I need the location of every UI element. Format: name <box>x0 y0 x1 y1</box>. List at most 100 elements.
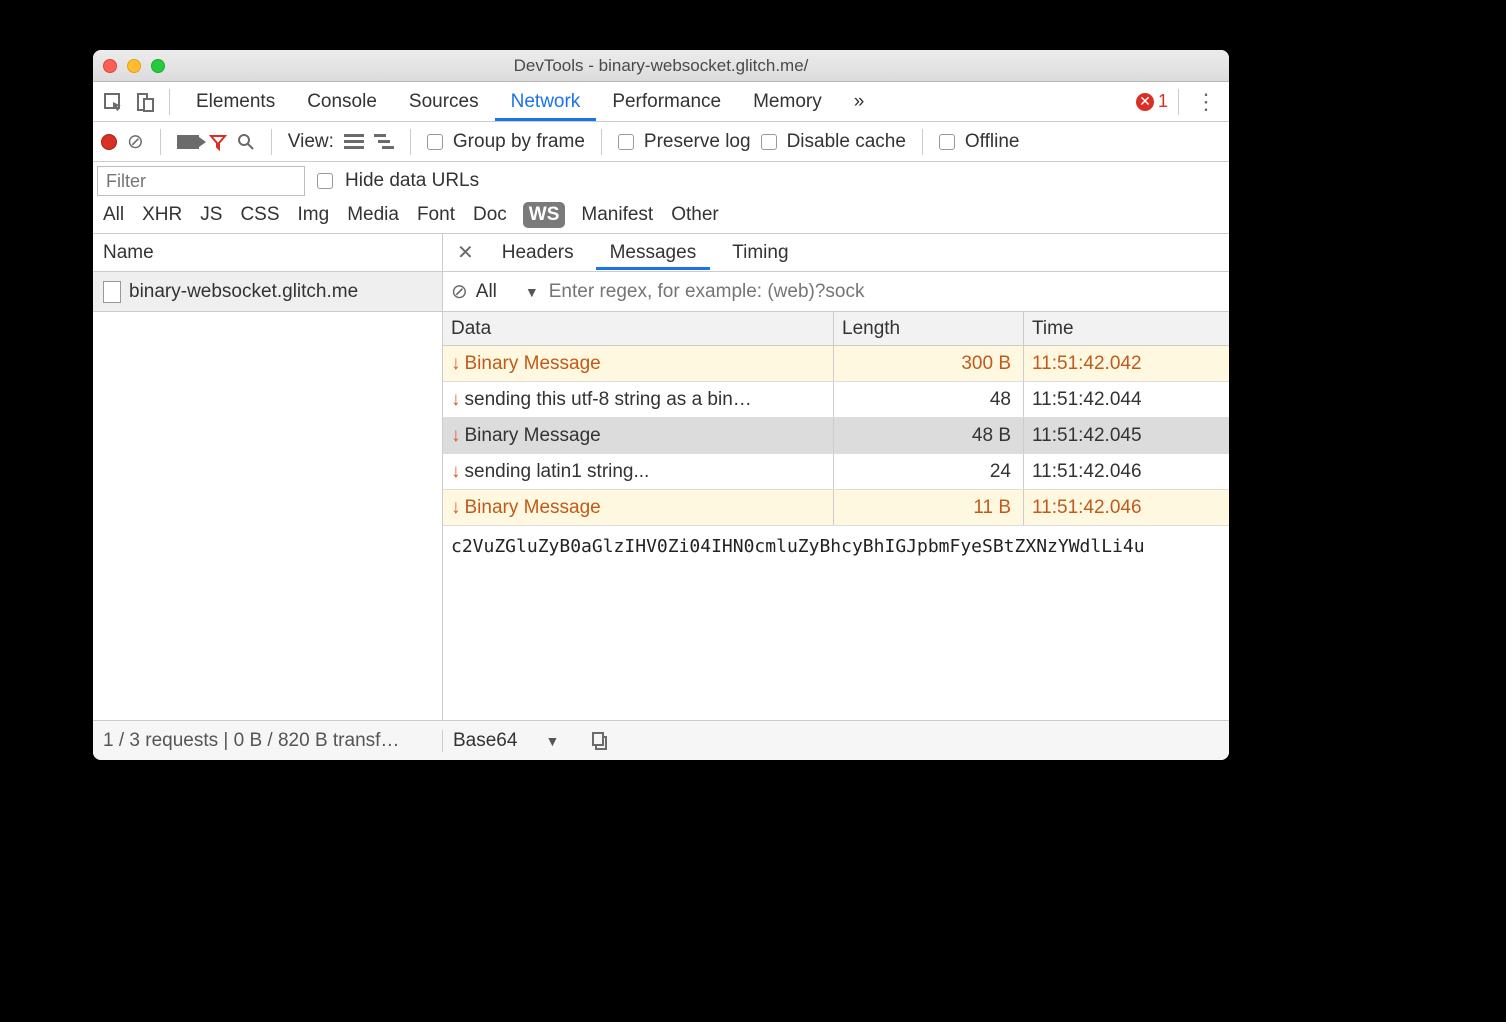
zoom-window-button[interactable] <box>151 59 165 73</box>
message-time: 11:51:42.042 <box>1024 346 1229 381</box>
message-length: 24 <box>834 454 1024 489</box>
preserve-log-checkbox[interactable] <box>618 134 634 150</box>
chevron-down-icon: ▼ <box>545 733 559 749</box>
message-row[interactable]: ↓Binary Message11 B11:51:42.046 <box>443 490 1229 526</box>
encoding-dropdown[interactable]: Base64 ▼ <box>453 730 559 752</box>
message-time: 11:51:42.046 <box>1024 490 1229 525</box>
message-data: sending this utf-8 string as a bin… <box>465 389 752 411</box>
requests-summary: 1 / 3 requests | 0 B / 820 B transf… <box>93 730 443 752</box>
messages-controls: ⊘ All ▼ <box>443 272 1229 312</box>
inspect-element-icon[interactable] <box>99 88 127 116</box>
message-type-dropdown[interactable]: All ▼ <box>476 281 539 303</box>
tab-elements[interactable]: Elements <box>180 83 291 121</box>
col-header-data[interactable]: Data <box>443 312 834 345</box>
error-count: 1 <box>1158 91 1168 112</box>
filter-type-css[interactable]: CSS <box>238 202 281 228</box>
arrow-down-icon: ↓ <box>451 389 461 411</box>
error-indicator[interactable]: ✕ 1 <box>1136 91 1168 112</box>
message-row[interactable]: ↓Binary Message 300 B11:51:42.042 <box>443 346 1229 382</box>
filter-type-font[interactable]: Font <box>415 202 457 228</box>
clear-button-icon[interactable]: ⊘ <box>127 129 144 154</box>
col-header-time[interactable]: Time <box>1024 312 1229 345</box>
tab-network[interactable]: Network <box>495 83 597 121</box>
capture-screenshots-icon[interactable] <box>177 135 199 149</box>
request-row[interactable]: binary-websocket.glitch.me <box>93 272 442 312</box>
filter-type-other[interactable]: Other <box>669 202 721 228</box>
col-header-length[interactable]: Length <box>834 312 1024 345</box>
disable-cache-label: Disable cache <box>787 131 906 153</box>
messages-regex-input[interactable] <box>547 278 1221 306</box>
detail-tab-messages[interactable]: Messages <box>596 236 711 270</box>
group-by-frame-label: Group by frame <box>453 131 585 153</box>
detail-tab-timing[interactable]: Timing <box>718 236 802 270</box>
message-row[interactable]: ↓sending latin1 string... 2411:51:42.046 <box>443 454 1229 490</box>
offline-label: Offline <box>965 131 1020 153</box>
close-window-button[interactable] <box>103 59 117 73</box>
message-row[interactable]: ↓Binary Message48 B11:51:42.045 <box>443 418 1229 454</box>
copy-icon[interactable] <box>591 732 609 750</box>
filter-type-ws[interactable]: WS <box>523 202 566 228</box>
hide-data-urls-label: Hide data URLs <box>345 170 479 192</box>
search-icon[interactable] <box>237 133 255 151</box>
waterfall-view-icon[interactable] <box>374 134 394 150</box>
filter-type-manifest[interactable]: Manifest <box>579 202 655 228</box>
disable-cache-checkbox[interactable] <box>761 134 777 150</box>
hide-data-urls-checkbox[interactable] <box>317 173 333 189</box>
panel-tabs: Elements Console Sources Network Perform… <box>180 83 880 121</box>
message-time: 11:51:42.046 <box>1024 454 1229 489</box>
filter-type-js[interactable]: JS <box>198 202 224 228</box>
divider <box>271 129 272 155</box>
message-length: 300 B <box>834 346 1024 381</box>
filter-input[interactable] <box>97 166 305 196</box>
close-detail-icon[interactable]: ✕ <box>451 240 480 265</box>
arrow-down-icon: ↓ <box>451 353 461 375</box>
message-length: 11 B <box>834 490 1024 525</box>
arrow-down-icon: ↓ <box>451 425 461 447</box>
network-toolbar: ⊘ View: Group by frame Preserve log Disa… <box>93 122 1229 162</box>
clear-messages-icon[interactable]: ⊘ <box>451 279 468 304</box>
message-payload-preview[interactable]: c2VuZGluZyB0aGlzIHV0Zi04IHN0cmluZyBhcyBh… <box>443 526 1229 720</box>
more-tabs-icon[interactable]: » <box>838 83 881 121</box>
message-time: 11:51:42.045 <box>1024 418 1229 453</box>
filter-type-media[interactable]: Media <box>345 202 401 228</box>
message-data: Binary Message <box>465 353 601 375</box>
view-label: View: <box>288 131 334 153</box>
preserve-log-label: Preserve log <box>644 131 751 153</box>
tab-console[interactable]: Console <box>291 83 393 121</box>
requests-pane: Name binary-websocket.glitch.me <box>93 234 443 720</box>
offline-checkbox[interactable] <box>939 134 955 150</box>
tab-performance[interactable]: Performance <box>596 83 737 121</box>
filter-type-xhr[interactable]: XHR <box>140 202 184 228</box>
message-type-label: All <box>476 281 497 303</box>
encoding-controls: Base64 ▼ <box>443 730 1229 752</box>
tab-sources[interactable]: Sources <box>393 83 495 121</box>
group-by-frame-checkbox[interactable] <box>427 134 443 150</box>
filter-type-doc[interactable]: Doc <box>471 202 509 228</box>
traffic-lights <box>103 59 165 73</box>
filter-type-all[interactable]: All <box>101 202 126 228</box>
resource-type-filters: All XHR JS CSS Img Media Font Doc WS Man… <box>93 200 1229 234</box>
titlebar: DevTools - binary-websocket.glitch.me/ <box>93 50 1229 82</box>
device-toolbar-icon[interactable] <box>131 88 159 116</box>
message-row[interactable]: ↓sending this utf-8 string as a bin…4811… <box>443 382 1229 418</box>
file-icon <box>103 281 121 303</box>
messages-rows: ↓Binary Message300 B11:51:42.042↓sending… <box>443 346 1229 526</box>
filter-icon[interactable] <box>209 133 227 151</box>
filter-row: Hide data URLs <box>93 162 1229 200</box>
message-data: sending latin1 string... <box>465 461 650 483</box>
encoding-label: Base64 <box>453 730 517 752</box>
settings-menu-icon[interactable]: ⋮ <box>1189 89 1223 115</box>
tab-memory[interactable]: Memory <box>737 83 838 121</box>
detail-tab-headers[interactable]: Headers <box>488 236 588 270</box>
record-button[interactable] <box>101 134 117 150</box>
message-length: 48 <box>834 382 1024 417</box>
minimize-window-button[interactable] <box>127 59 141 73</box>
request-name: binary-websocket.glitch.me <box>129 281 358 303</box>
detail-tabs: ✕ Headers Messages Timing <box>443 234 1229 272</box>
window-title: DevTools - binary-websocket.glitch.me/ <box>93 56 1229 76</box>
divider <box>160 129 161 155</box>
large-rows-icon[interactable] <box>344 134 364 150</box>
requests-name-header[interactable]: Name <box>93 234 442 272</box>
arrow-down-icon: ↓ <box>451 461 461 483</box>
filter-type-img[interactable]: Img <box>296 202 332 228</box>
